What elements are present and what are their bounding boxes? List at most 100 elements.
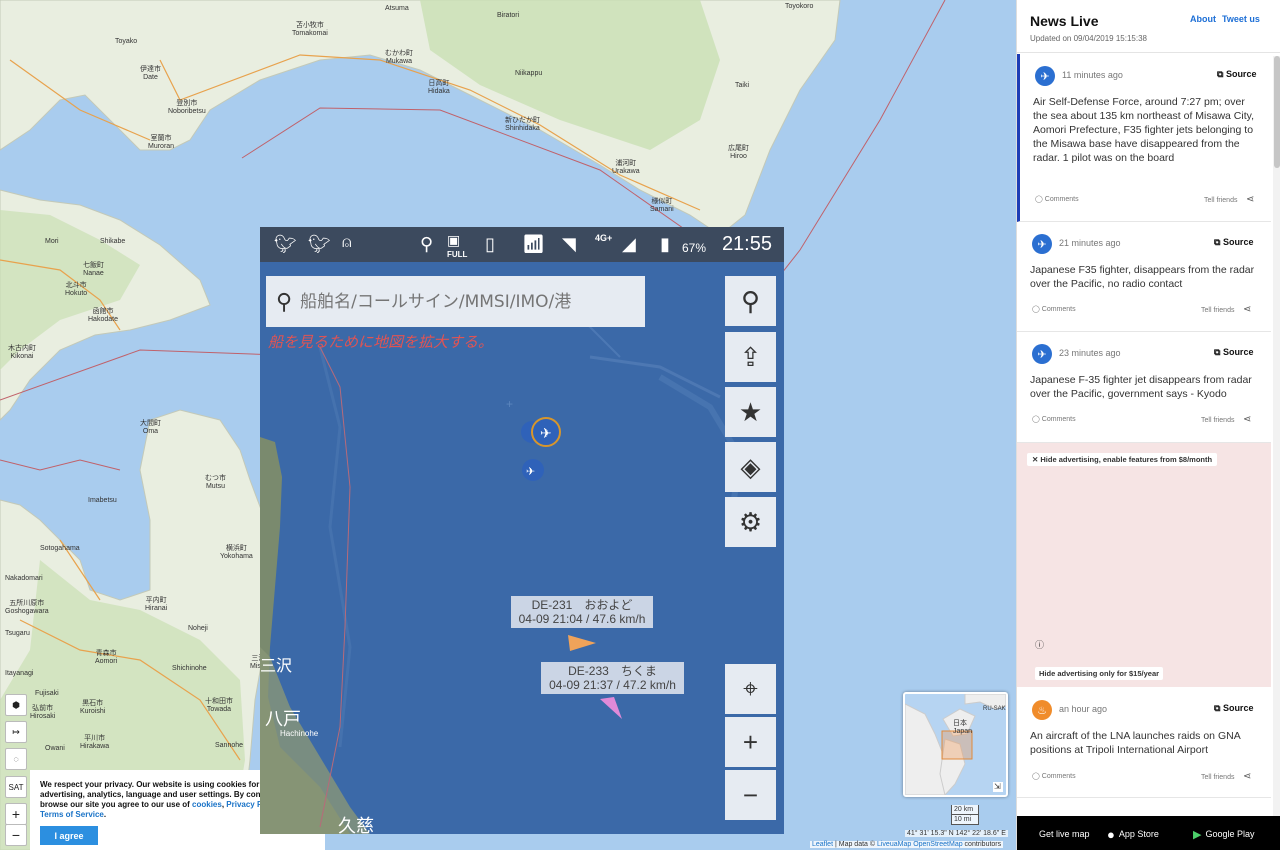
vessel-search-box[interactable]: ⚲ bbox=[266, 276, 645, 327]
phone-status-bar: 🐦︎ 🐦︎ ⍝ ⚲ ▣ FULL ▯ 📶︎ ◥ 4G+ ◢ ▮ 67% 21:5… bbox=[260, 227, 784, 262]
leaflet-link[interactable]: Leaflet bbox=[812, 841, 833, 848]
map-place-label: Sannohe bbox=[215, 742, 244, 749]
map-place-label: 横浜町 Yokohama bbox=[220, 545, 253, 560]
fighter-jet-icon: ✈ bbox=[1032, 344, 1052, 364]
comments-link[interactable]: ◯ Comments bbox=[1032, 772, 1076, 780]
layers-button[interactable]: ◈ bbox=[725, 442, 776, 492]
share-icon[interactable]: ⋖ bbox=[1243, 304, 1251, 315]
tell-friends-link[interactable]: Tell friends bbox=[1204, 197, 1237, 204]
terms-link[interactable]: Terms of Service bbox=[40, 810, 104, 819]
city-label-kuji: 久慈 bbox=[338, 816, 374, 834]
comments-link[interactable]: ◯ Comments bbox=[1035, 195, 1079, 203]
agree-button[interactable]: I agree bbox=[40, 826, 98, 845]
google-play-button[interactable]: ▶ Google Play bbox=[1185, 824, 1263, 844]
map-place-label: 弘前市 Hirosaki bbox=[30, 705, 56, 720]
scrollbar-thumb[interactable] bbox=[1274, 56, 1280, 168]
zoom-hint: 船を見るために地図を拡大する。 bbox=[268, 333, 494, 351]
zoom-in-button[interactable]: + bbox=[5, 803, 27, 825]
news-text: An aircraft of the LNA launches raids on… bbox=[1030, 730, 1241, 756]
pin-button[interactable]: ⚲ bbox=[725, 276, 776, 326]
tell-friends-link[interactable]: Tell friends bbox=[1201, 417, 1234, 424]
settings-button[interactable]: ⚙ bbox=[725, 497, 776, 547]
hexagon-tool-icon[interactable]: ⬢ bbox=[5, 694, 27, 716]
source-link[interactable]: ⧉ Source bbox=[1214, 347, 1253, 358]
minimap-region-label: RU-SAK bbox=[983, 706, 1006, 712]
map-place-label: Shichinohe bbox=[172, 665, 207, 672]
osm-link[interactable]: OpenStreetMap bbox=[913, 841, 962, 848]
map-place-label: Tsugaru bbox=[5, 630, 30, 637]
info-icon[interactable]: ⓘ bbox=[1035, 638, 1044, 651]
svg-text:+: + bbox=[506, 397, 513, 411]
city-label-hachinohe: 八戸 bbox=[265, 709, 301, 730]
google-play-icon: ▶ bbox=[1193, 828, 1202, 841]
comment-icon: ◯ bbox=[1032, 306, 1042, 313]
map-place-label: 登別市 Noboribetsu bbox=[168, 100, 206, 115]
ship-label-de231[interactable]: DE-231 おおよど 04-09 21:04 / 47.6 km/h bbox=[511, 596, 653, 628]
map-place-label: 浦河町 Urakawa bbox=[612, 160, 640, 175]
star-icon: ★ bbox=[738, 396, 763, 427]
get-live-map-link[interactable]: Get live map bbox=[1039, 824, 1090, 844]
sidebar-header: News Live Updated on 09/04/2019 15:15:38… bbox=[1017, 0, 1280, 53]
vessel-search-input[interactable] bbox=[300, 291, 621, 312]
tell-friends-link[interactable]: Tell friends bbox=[1201, 307, 1234, 314]
comments-label: Comments bbox=[1041, 416, 1076, 423]
map-place-label: 函館市 Hakodate bbox=[88, 308, 118, 323]
minimap[interactable]: 日本 Japan RU-SAK ⇲ bbox=[903, 692, 1008, 797]
measure-tool-icon[interactable]: ↦ bbox=[5, 721, 27, 743]
phone-zoom-out-button[interactable]: − bbox=[725, 770, 776, 820]
full-icon: ▣ bbox=[447, 232, 461, 248]
source-link[interactable]: ⧉ Source bbox=[1214, 237, 1253, 248]
map-view[interactable]: 苫小牧市 Tomakomai むかわ町 Mukawa 日高町 Hidaka Niika… bbox=[0, 0, 1016, 850]
hide-layer-icon[interactable]: ◌ bbox=[5, 748, 27, 770]
share-icon[interactable]: ⋖ bbox=[1243, 414, 1251, 425]
tell-friends-link[interactable]: Tell friends bbox=[1201, 774, 1234, 781]
tweet-us-link[interactable]: Tweet us bbox=[1222, 14, 1260, 24]
map-place-label: 室蘭市 Muroran bbox=[148, 135, 175, 150]
comments-label: Comments bbox=[1044, 196, 1079, 203]
my-location-button[interactable]: ⌖ bbox=[725, 664, 776, 714]
phone-zoom-in-button[interactable]: + bbox=[725, 717, 776, 767]
comments-label: Comments bbox=[1041, 773, 1076, 780]
comments-link[interactable]: ◯ Comments bbox=[1032, 305, 1076, 313]
sidebar-scrollbar[interactable] bbox=[1273, 56, 1280, 816]
ship-name: DE-231 おおよど bbox=[531, 598, 633, 612]
app-store-button[interactable]: ● App Store bbox=[1101, 824, 1165, 844]
city-label-misawa: 三沢 bbox=[260, 656, 293, 675]
liveuamap-link[interactable]: LiveuaMap bbox=[877, 841, 911, 848]
source-link[interactable]: ⧉ Source bbox=[1214, 703, 1253, 714]
plus-icon: + bbox=[742, 726, 759, 757]
external-link-icon: ⧉ bbox=[1217, 69, 1226, 79]
hide-advertising-button[interactable]: ✕ Hide advertising, enable features from… bbox=[1027, 453, 1218, 466]
app-store-label: App Store bbox=[1118, 829, 1159, 839]
comments-link[interactable]: ◯ Comments bbox=[1032, 415, 1076, 423]
map-place-label: 広尾町 Hiroo bbox=[728, 145, 749, 160]
location-icon: ⚲ bbox=[420, 234, 434, 254]
share-icon[interactable]: ⋖ bbox=[1246, 194, 1254, 205]
torch-icon: ♨ bbox=[1032, 700, 1052, 720]
layers-icon: ◈ bbox=[740, 451, 761, 482]
zoom-out-button[interactable]: − bbox=[5, 824, 27, 846]
comments-label: Comments bbox=[1041, 306, 1076, 313]
favorites-button[interactable]: ★ bbox=[725, 387, 776, 437]
map-place-label: 苫小牧市 Tomakomai bbox=[292, 22, 328, 37]
map-place-label: 黒石市 Kuroishi bbox=[80, 700, 106, 715]
share-icon[interactable]: ⋖ bbox=[1243, 771, 1251, 782]
map-place-label: 様似町 Samani bbox=[650, 198, 674, 213]
map-place-label: Taiki bbox=[735, 82, 750, 89]
cookie-end-text: . bbox=[103, 810, 107, 819]
ship-label-de233[interactable]: DE-233 ちくま 04-09 21:37 / 47.2 km/h bbox=[541, 662, 684, 694]
comment-icon: ◯ bbox=[1035, 196, 1045, 203]
share-button[interactable]: ⇪ bbox=[725, 332, 776, 382]
cookies-link[interactable]: cookies bbox=[192, 800, 222, 809]
news-item[interactable]: ♨ an hour ago ⧉ Source An aircraft of th… bbox=[1017, 688, 1271, 798]
minimap-toggle-icon[interactable]: ⇲ bbox=[994, 782, 1001, 791]
satellite-toggle-button[interactable]: SAT bbox=[5, 776, 27, 798]
about-link[interactable]: About bbox=[1190, 14, 1216, 24]
phone-screenshot-overlay: ✈ ✈ + 🐦︎ 🐦︎ ⍝ ⚲ ▣ FULL ▯ 📶︎ ◥ 4G+ ◢ ▮ 67… bbox=[260, 227, 784, 834]
news-item[interactable]: ✈ 11 minutes ago ⧉ Source Air Self-Defen… bbox=[1017, 54, 1271, 222]
source-link[interactable]: ⧉ Source bbox=[1217, 69, 1256, 80]
svg-text:✈: ✈ bbox=[540, 426, 552, 442]
hide-advertising-year-button[interactable]: Hide advertising only for $15/year bbox=[1035, 667, 1164, 680]
news-item[interactable]: ✈ 23 minutes ago ⧉ Source Japanese F-35 … bbox=[1017, 332, 1271, 443]
news-item[interactable]: ✈ 21 minutes ago ⧉ Source Japanese F35 f… bbox=[1017, 222, 1271, 332]
